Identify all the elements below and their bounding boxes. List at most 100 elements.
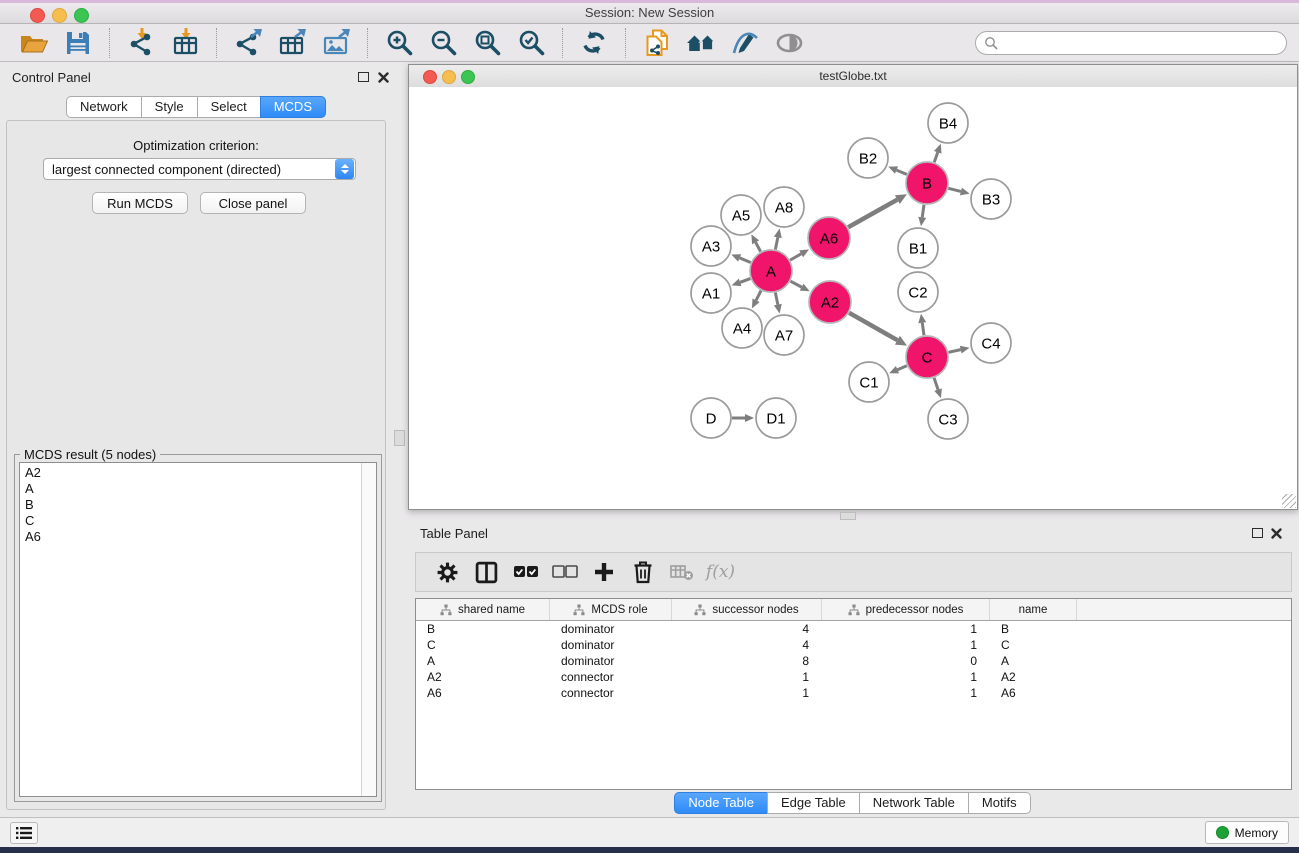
edge-B-B2[interactable] bbox=[888, 166, 906, 174]
control-panel-close-button[interactable] bbox=[377, 71, 390, 84]
result-list-item[interactable]: A2 bbox=[25, 465, 356, 481]
edge-C-C1[interactable] bbox=[889, 366, 907, 374]
node-C3[interactable]: C3 bbox=[928, 399, 968, 439]
edge-B-B3[interactable] bbox=[948, 188, 969, 196]
edge-A-A6[interactable] bbox=[790, 249, 809, 260]
home-icon[interactable] bbox=[685, 27, 717, 59]
table-cell[interactable]: 4 bbox=[672, 621, 822, 637]
deselect-all-icon[interactable] bbox=[550, 557, 580, 587]
window-close-button[interactable] bbox=[30, 8, 45, 23]
node-A8[interactable]: A8 bbox=[764, 187, 804, 227]
duplicate-network-icon[interactable] bbox=[641, 27, 673, 59]
table-cell[interactable]: A6 bbox=[990, 685, 1077, 701]
table-cell[interactable]: A6 bbox=[416, 685, 550, 701]
edge-A-A7[interactable] bbox=[774, 293, 782, 314]
table-cell[interactable]: A bbox=[416, 653, 550, 669]
edge-C-C3[interactable] bbox=[934, 378, 942, 398]
search-input[interactable] bbox=[998, 35, 1278, 52]
optimization-criterion-dropdown[interactable]: largest connected component (directed) bbox=[43, 158, 356, 180]
tab-edge-table[interactable]: Edge Table bbox=[767, 792, 860, 814]
table-cell[interactable]: dominator bbox=[550, 637, 672, 653]
tab-network-table[interactable]: Network Table bbox=[859, 792, 969, 814]
table-cell[interactable]: C bbox=[416, 637, 550, 653]
table-panel-float-button[interactable] bbox=[1252, 528, 1263, 538]
table-row[interactable]: Bdominator41B bbox=[416, 621, 1291, 637]
table-cell[interactable]: C bbox=[990, 637, 1077, 653]
save-session-icon[interactable] bbox=[62, 27, 94, 59]
column-header-name[interactable]: name bbox=[990, 599, 1077, 620]
node-B[interactable]: B bbox=[906, 162, 948, 204]
table-cell[interactable]: 0 bbox=[822, 653, 990, 669]
column-header-shared-name[interactable]: shared name bbox=[416, 599, 550, 620]
column-header-successor-nodes[interactable]: successor nodes bbox=[672, 599, 822, 620]
tab-select[interactable]: Select bbox=[197, 96, 261, 118]
horizontal-divider-handle[interactable] bbox=[840, 512, 856, 520]
node-C2[interactable]: C2 bbox=[898, 272, 938, 312]
node-B2[interactable]: B2 bbox=[848, 138, 888, 178]
table-cell[interactable]: 1 bbox=[672, 685, 822, 701]
divider-handle[interactable] bbox=[394, 430, 405, 446]
frame-resize-grip[interactable] bbox=[1282, 494, 1296, 508]
table-cell[interactable]: dominator bbox=[550, 653, 672, 669]
result-list-item[interactable]: A6 bbox=[25, 529, 356, 545]
result-list-scrollbar[interactable] bbox=[361, 463, 376, 796]
table-cell[interactable]: 1 bbox=[822, 637, 990, 653]
edge-A-A4[interactable] bbox=[752, 291, 761, 309]
node-A6[interactable]: A6 bbox=[808, 217, 850, 259]
edge-A-A5[interactable] bbox=[751, 234, 760, 251]
node-B4[interactable]: B4 bbox=[928, 103, 968, 143]
tab-node-table[interactable]: Node Table bbox=[674, 792, 768, 814]
select-all-icon[interactable] bbox=[511, 557, 541, 587]
edge-C-C2[interactable] bbox=[918, 314, 926, 335]
export-table-icon[interactable] bbox=[276, 27, 308, 59]
edge-C-C4[interactable] bbox=[948, 346, 969, 354]
close-panel-button[interactable]: Close panel bbox=[200, 192, 306, 214]
column-header-MCDS-role[interactable]: MCDS role bbox=[550, 599, 672, 620]
delete-icon[interactable] bbox=[628, 557, 658, 587]
node-C[interactable]: C bbox=[906, 336, 948, 378]
table-row[interactable]: A2connector11A2 bbox=[416, 669, 1291, 685]
table-cell[interactable]: 1 bbox=[672, 669, 822, 685]
table-row[interactable]: A6connector11A6 bbox=[416, 685, 1291, 701]
node-B1[interactable]: B1 bbox=[898, 228, 938, 268]
node-A[interactable]: A bbox=[750, 250, 792, 292]
table-cell[interactable]: A2 bbox=[990, 669, 1077, 685]
search-box[interactable] bbox=[975, 31, 1287, 55]
table-cell[interactable]: 1 bbox=[822, 669, 990, 685]
import-table-icon[interactable] bbox=[169, 27, 201, 59]
node-D1[interactable]: D1 bbox=[756, 398, 796, 438]
node-B3[interactable]: B3 bbox=[971, 179, 1011, 219]
node-A1[interactable]: A1 bbox=[691, 273, 731, 313]
export-network-icon[interactable] bbox=[232, 27, 264, 59]
edge-A-A2[interactable] bbox=[790, 281, 809, 291]
export-image-icon[interactable] bbox=[320, 27, 352, 59]
table-cell[interactable]: 1 bbox=[822, 685, 990, 701]
node-A3[interactable]: A3 bbox=[691, 226, 731, 266]
result-list-item[interactable]: B bbox=[25, 497, 356, 513]
edge-D-D1[interactable] bbox=[732, 414, 754, 422]
edge-B-B4[interactable] bbox=[934, 144, 942, 162]
panel-split-divider[interactable] bbox=[392, 62, 406, 818]
table-cell[interactable]: 4 bbox=[672, 637, 822, 653]
table-panel-close-button[interactable] bbox=[1270, 527, 1283, 540]
table-cell[interactable]: 8 bbox=[672, 653, 822, 669]
edge-A6-B[interactable] bbox=[848, 194, 907, 227]
task-history-button[interactable] bbox=[10, 822, 38, 844]
add-icon[interactable] bbox=[589, 557, 619, 587]
run-mcds-button[interactable]: Run MCDS bbox=[92, 192, 188, 214]
frame-minimize-button[interactable] bbox=[442, 70, 456, 84]
node-A4[interactable]: A4 bbox=[722, 308, 762, 348]
import-network-icon[interactable] bbox=[125, 27, 157, 59]
node-D[interactable]: D bbox=[691, 398, 731, 438]
node-A5[interactable]: A5 bbox=[721, 195, 761, 235]
table-cell[interactable]: A bbox=[990, 653, 1077, 669]
edge-A-A3[interactable] bbox=[731, 254, 750, 262]
result-list-item[interactable]: A bbox=[25, 481, 356, 497]
node-C1[interactable]: C1 bbox=[849, 362, 889, 402]
tab-style[interactable]: Style bbox=[141, 96, 198, 118]
refresh-icon[interactable] bbox=[578, 27, 610, 59]
node-A2[interactable]: A2 bbox=[809, 281, 851, 323]
window-minimize-button[interactable] bbox=[52, 8, 67, 23]
zoom-out-icon[interactable] bbox=[427, 27, 459, 59]
annotations-icon[interactable] bbox=[729, 27, 761, 59]
